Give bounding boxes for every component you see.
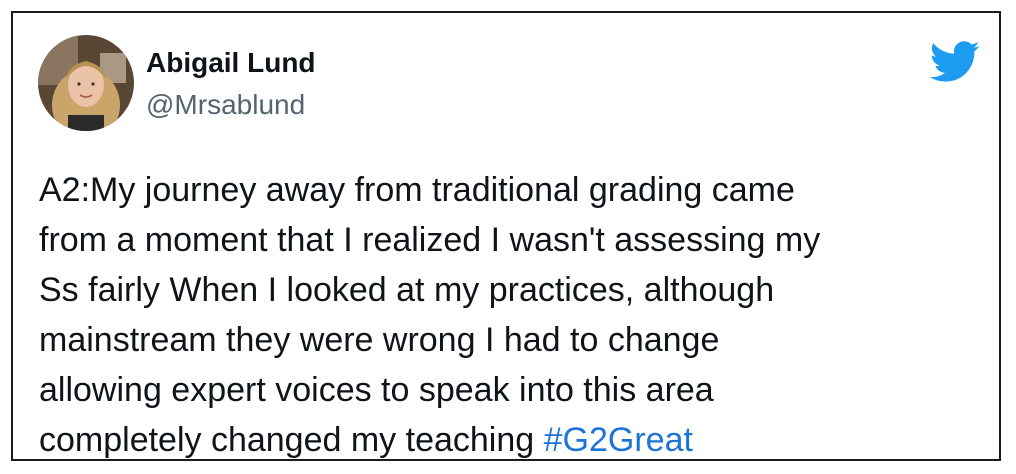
hashtag-link[interactable]: #G2Great: [544, 421, 693, 459]
tweet-card: Abigail Lund @Mrsablund A2:My journey aw…: [11, 11, 1001, 461]
tweet-line: mainstream they were wrong I had to chan…: [39, 321, 720, 359]
author-handle[interactable]: @Mrsablund: [146, 89, 305, 121]
tweet-line: completely changed my teaching: [39, 421, 544, 459]
tweet-line: Ss fairly When I looked at my practices,…: [39, 271, 775, 309]
tweet-line: allowing expert voices to speak into thi…: [39, 371, 714, 409]
tweet-line: from a moment that I realized I wasn't a…: [39, 221, 821, 259]
tweet-text: A2:My journey away from traditional grad…: [39, 165, 989, 465]
tweet-last-line: completely changed my teaching #G2Great: [39, 415, 989, 465]
twitter-bird-icon[interactable]: [929, 41, 981, 83]
tweet-line: A2:My journey away from traditional grad…: [39, 171, 795, 209]
author-name[interactable]: Abigail Lund: [146, 47, 316, 79]
avatar[interactable]: [38, 35, 134, 131]
profile-photo: [38, 35, 134, 131]
